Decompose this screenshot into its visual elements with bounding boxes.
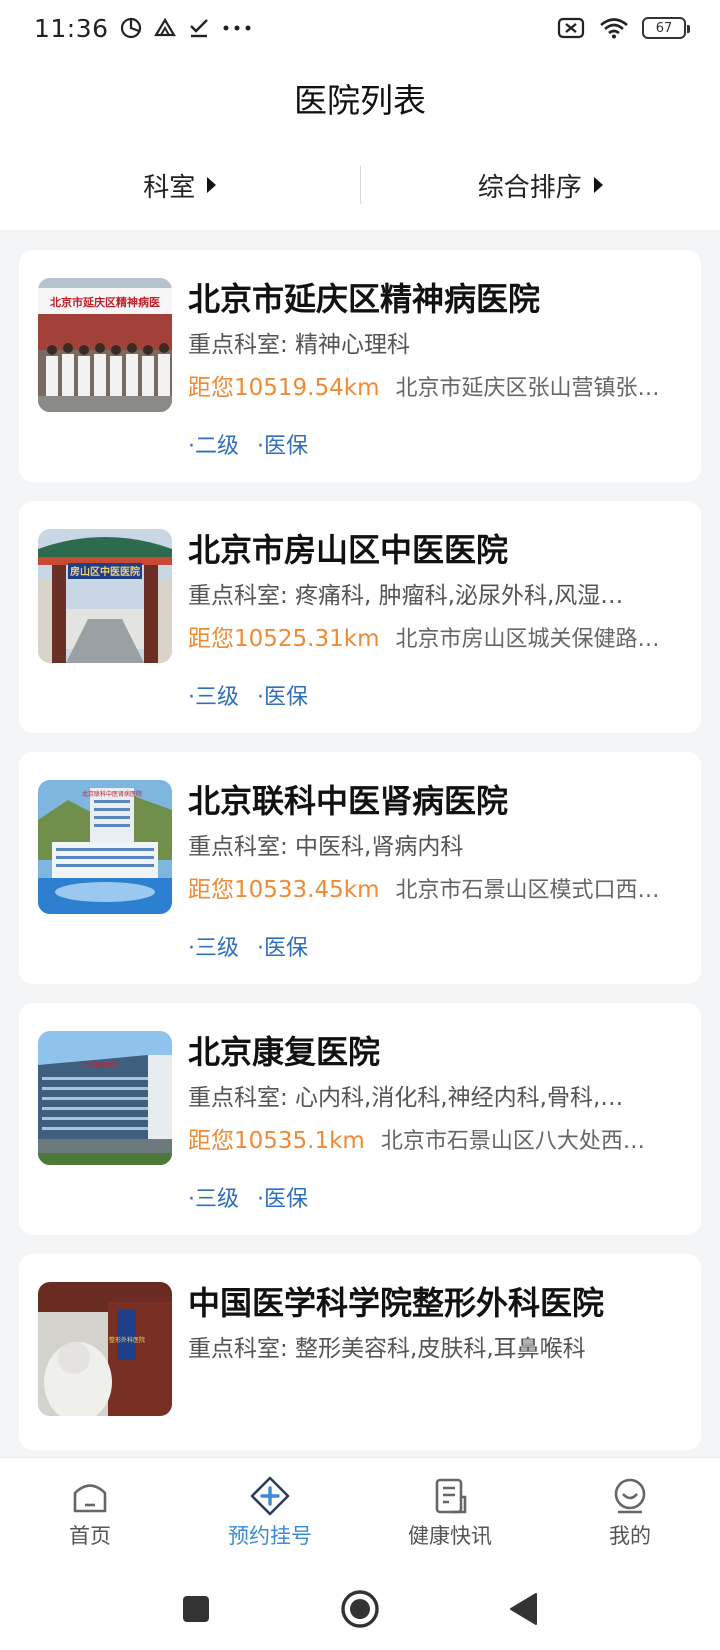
department-filter[interactable]: 科室 [0, 167, 360, 204]
insurance-tag: ·医保 [257, 1187, 308, 1212]
hospital-card[interactable]: 房山区中医医院 北京市房山区中医医院 重点科室: 疼痛科, 肿瘤科,泌尿外科,风… [19, 501, 701, 733]
recent-apps-button[interactable] [172, 1585, 220, 1633]
more-notifications-icon [221, 16, 253, 40]
key-departments: 重点科室: 疼痛科, 肿瘤科,泌尿外科,风湿… [188, 583, 624, 609]
nav-home[interactable]: 首页 [0, 1458, 180, 1567]
hospital-card[interactable]: 北京康复医院 北京康复医院 重点科室: 心内科,消化科,神经内科,骨科,… 距您… [19, 1003, 701, 1235]
photo-sign-text: 房山区中医医院 [70, 565, 140, 578]
hospital-photo: 北京联科中医肾病医院 [38, 780, 172, 914]
news-icon [430, 1476, 470, 1516]
insurance-tag: ·医保 [257, 434, 308, 459]
hospital-card[interactable]: 北京联科中医肾病医院 北京联科中医肾病医院 重点科室: 中医科,肾病内科 距您1… [19, 752, 701, 984]
status-time: 11:36 [34, 13, 109, 43]
back-button[interactable] [500, 1585, 548, 1633]
sort-filter[interactable]: 综合排序 [361, 167, 720, 204]
filter-bar: 科室 综合排序 [0, 140, 720, 230]
hospital-card[interactable]: 整形外科医院 中国医学科学院整形外科医院 重点科室: 整形美容科,皮肤科,耳鼻喉… [19, 1254, 701, 1450]
level-tag: ·三级 [188, 685, 239, 710]
hospital-name: 北京市房山区中医医院 [188, 531, 509, 569]
bottom-nav: 首页 预约挂号 健康快讯 我的 [0, 1457, 720, 1567]
hospital-photo: 北京市延庆区精神病医 [38, 278, 172, 412]
hospital-list[interactable]: 北京市延庆区精神病医 北京市延庆区精神病医院 重点科室: 精神心理科 距您105… [0, 230, 720, 1457]
nav-news[interactable]: 健康快讯 [360, 1458, 540, 1567]
hospital-name: 北京康复医院 [188, 1033, 381, 1071]
nav-profile[interactable]: 我的 [540, 1458, 720, 1567]
wifi-icon [598, 16, 630, 40]
home-icon [70, 1476, 110, 1516]
hospital-photo: 北京康复医院 [38, 1031, 172, 1165]
hospital-address: 北京市房山区城关保健路… [395, 627, 660, 652]
system-nav-bar [0, 1567, 720, 1650]
hospital-name: 北京市延庆区精神病医院 [188, 280, 541, 318]
photo-sign-text: 北京市延庆区精神病医 [50, 295, 160, 309]
hospital-photo: 整形外科医院 [38, 1282, 172, 1416]
hospital-card[interactable]: 北京市延庆区精神病医 北京市延庆区精神病医院 重点科室: 精神心理科 距您105… [19, 250, 701, 482]
header: 医院列表 [0, 56, 720, 140]
nav-register[interactable]: 预约挂号 [180, 1458, 360, 1567]
level-tag: ·三级 [188, 1187, 239, 1212]
photo-sign-text: 北京康复医院 [82, 1061, 118, 1069]
sort-filter-label: 综合排序 [477, 172, 582, 203]
hospital-address: 北京市石景山区模式口西… [395, 878, 660, 903]
key-departments: 重点科室: 精神心理科 [188, 332, 411, 358]
key-departments: 重点科室: 中医科,肾病内科 [188, 834, 464, 860]
insurance-tag: ·医保 [257, 685, 308, 710]
home-button[interactable] [336, 1585, 384, 1633]
sim-off-icon [556, 16, 586, 40]
hospital-name: 中国医学科学院整形外科医院 [188, 1284, 605, 1322]
status-bar: 11:36 67 [0, 0, 720, 56]
hospital-photo: 房山区中医医院 [38, 529, 172, 663]
nav-home-label: 首页 [69, 1523, 111, 1548]
hospital-distance: 距您10535.1km [188, 1128, 365, 1154]
profile-icon [610, 1476, 650, 1516]
battery-icon: 67 [642, 17, 690, 39]
page-title: 医院列表 [294, 81, 426, 120]
caret-right-icon [207, 177, 217, 193]
hospital-distance: 距您10519.54km [188, 375, 380, 401]
hospital-name: 北京联科中医肾病医院 [188, 782, 509, 820]
hospital-address: 北京市延庆区张山营镇张… [395, 376, 660, 401]
task-done-icon [187, 16, 211, 40]
photo-sign-text: 北京联科中医肾病医院 [82, 790, 142, 798]
insurance-tag: ·医保 [257, 936, 308, 961]
drive-icon [153, 16, 177, 40]
caret-right-icon [593, 177, 603, 193]
hospital-address: 北京市石景山区八大处西… [380, 1129, 645, 1154]
nav-register-label: 预约挂号 [228, 1523, 312, 1548]
key-departments: 重点科室: 整形美容科,皮肤科,耳鼻喉科 [188, 1336, 586, 1362]
battery-level: 67 [655, 20, 673, 36]
level-tag: ·二级 [188, 434, 239, 459]
photo-sign-text: 整形外科医院 [109, 1336, 145, 1344]
key-departments: 重点科室: 心内科,消化科,神经内科,骨科,… [188, 1085, 624, 1111]
level-tag: ·三级 [188, 936, 239, 961]
hospital-distance: 距您10533.45km [188, 877, 380, 903]
register-plus-icon [250, 1476, 290, 1516]
department-filter-label: 科室 [143, 172, 196, 203]
app-notification-icon [119, 16, 143, 40]
nav-news-label: 健康快讯 [408, 1523, 492, 1548]
hospital-distance: 距您10525.31km [188, 626, 380, 652]
nav-profile-label: 我的 [609, 1523, 651, 1548]
